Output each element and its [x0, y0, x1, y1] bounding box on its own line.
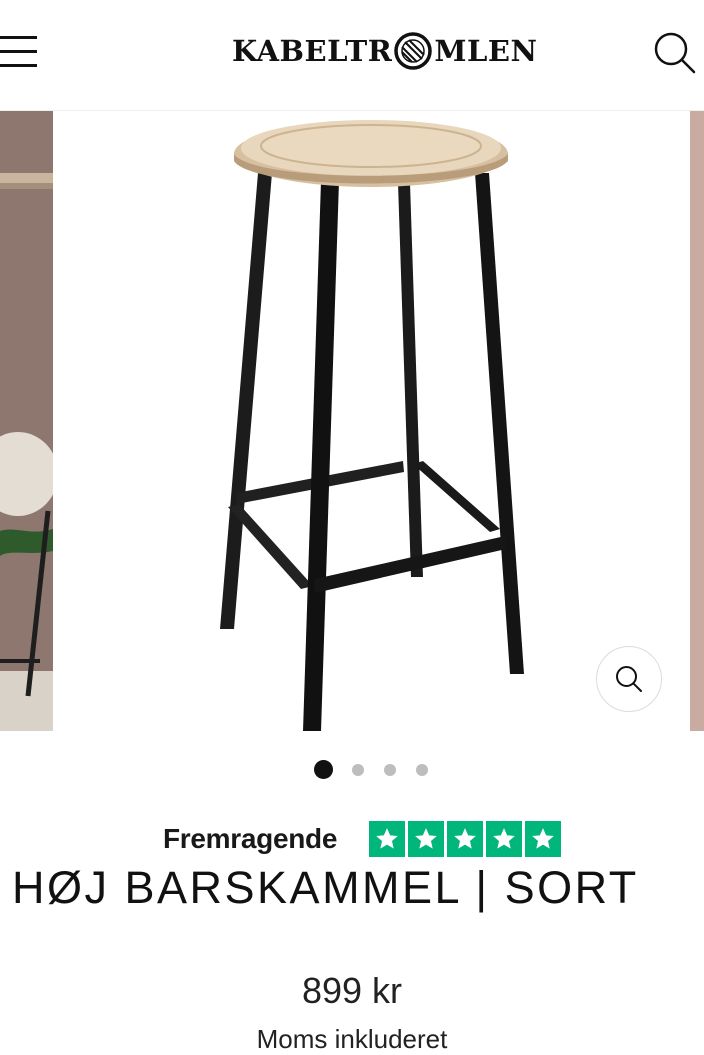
product-title-container: HØJ BARSKAMMEL | SORT — [0, 855, 704, 927]
tax-note: Moms inkluderet — [256, 1024, 448, 1054]
next-slide-image[interactable] — [690, 111, 704, 731]
star-icon — [447, 821, 484, 857]
gallery-dot-3[interactable] — [384, 764, 396, 776]
logo-text-left: KABELTR — [232, 34, 393, 68]
rating-label: Fremragende — [163, 823, 338, 854]
hamburger-menu-icon[interactable] — [0, 34, 38, 70]
zoom-magnifier-icon — [616, 666, 642, 692]
zoom-button[interactable] — [596, 646, 662, 712]
star-icon — [369, 821, 406, 857]
gallery-dot-2[interactable] — [352, 764, 364, 776]
cable-drum-logo-icon — [394, 32, 433, 70]
search-icon[interactable] — [652, 30, 696, 74]
logo-text-right: MLEN — [434, 34, 538, 68]
star-icon — [408, 821, 445, 857]
rating-stars — [369, 821, 562, 857]
trustpilot-rating[interactable]: Fremragende — [163, 820, 562, 858]
site-header: KABELTR MLEN — [0, 0, 704, 111]
bar-stool-image — [220, 120, 524, 731]
previous-slide-image[interactable] — [0, 111, 53, 731]
gallery-pagination — [0, 760, 704, 780]
gallery-dot-4[interactable] — [416, 764, 428, 776]
star-icon — [525, 821, 562, 857]
product-image-gallery[interactable] — [0, 111, 704, 731]
product-price: 899 kr — [301, 970, 403, 1011]
star-icon — [486, 821, 523, 857]
product-title: HØJ BARSKAMMEL | SORT — [12, 862, 639, 913]
gallery-dot-1[interactable] — [314, 760, 333, 779]
main-product-image[interactable] — [53, 111, 690, 731]
site-logo[interactable]: KABELTR MLEN — [232, 28, 537, 74]
